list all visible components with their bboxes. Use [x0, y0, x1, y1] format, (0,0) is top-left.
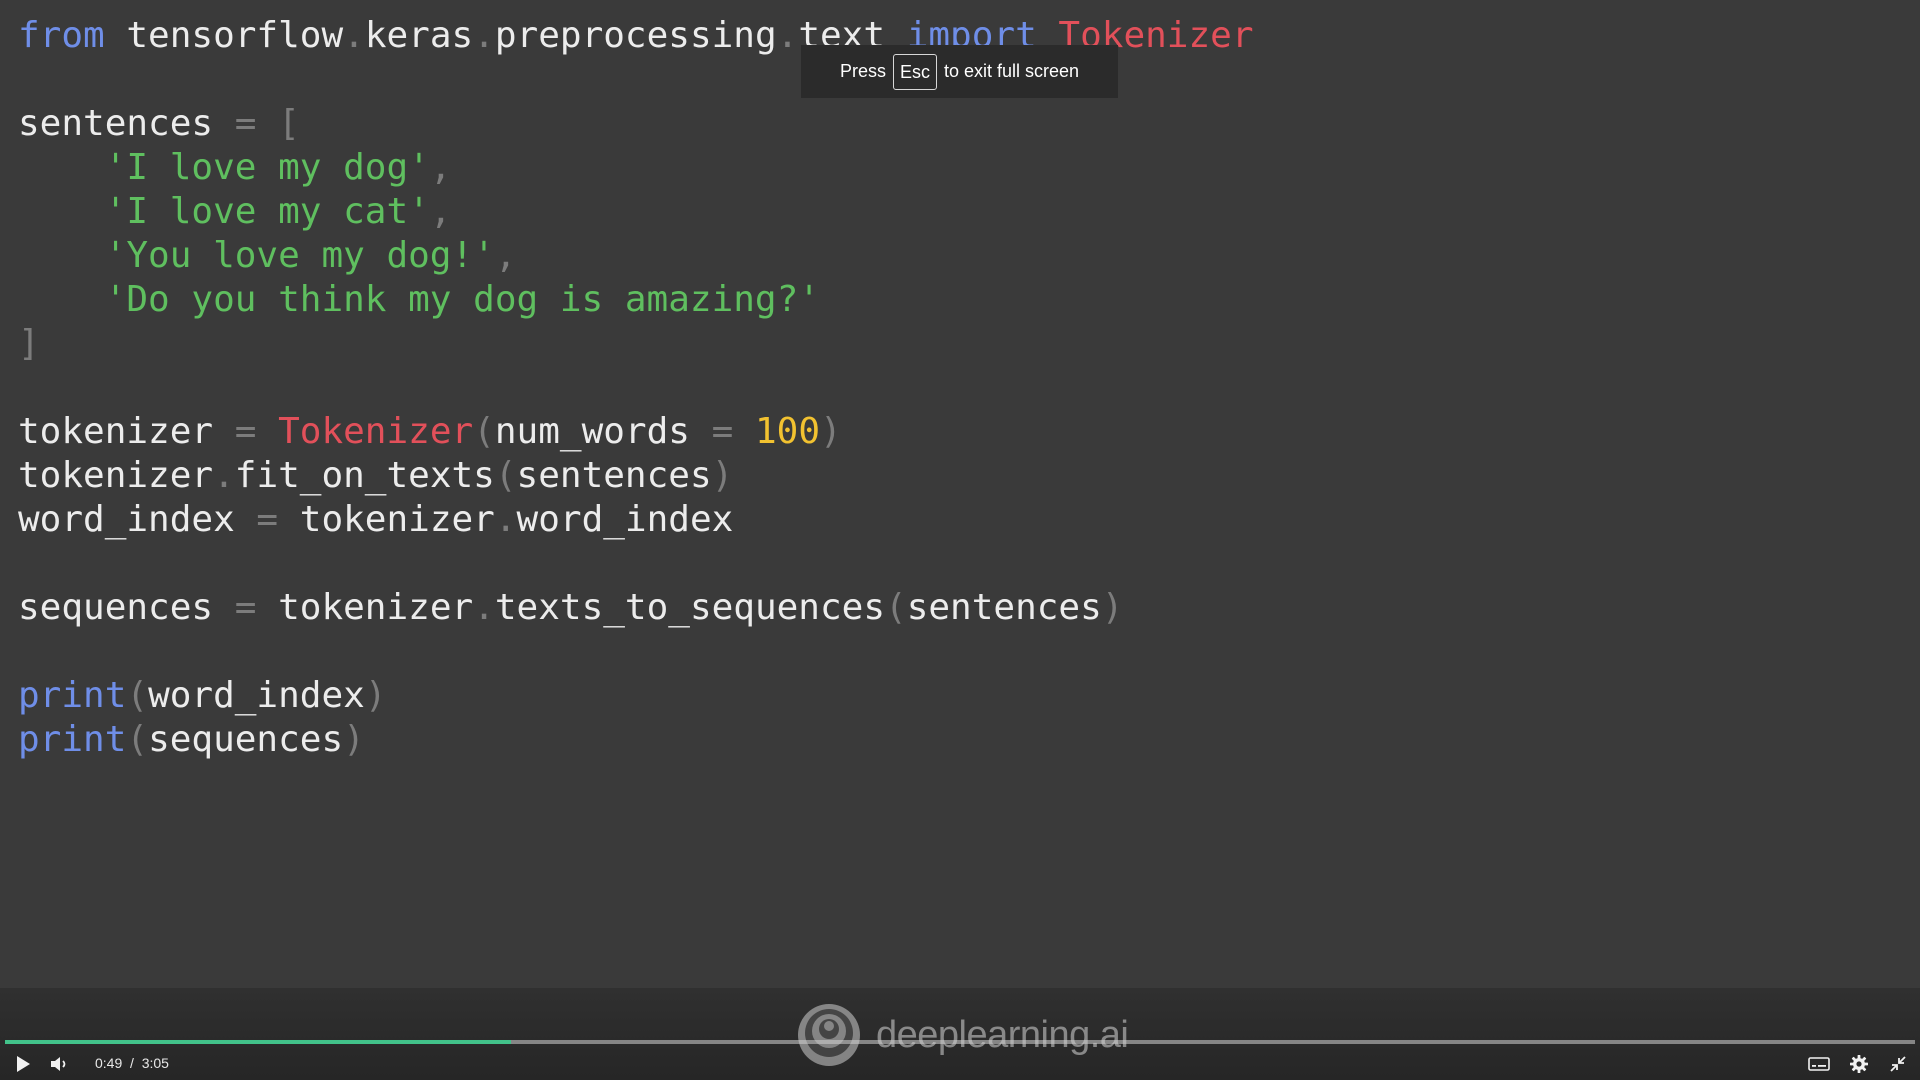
- duration: 3:05: [141, 1055, 169, 1071]
- esc-key-badge: Esc: [892, 53, 937, 90]
- code-token: (: [126, 675, 149, 716]
- code-token: 100: [754, 411, 821, 452]
- code-token: (: [494, 455, 517, 496]
- code-token: 'I love my dog': [104, 147, 430, 188]
- code-line: 'Do you think my dog is amazing?': [18, 278, 1254, 322]
- code-token: keras: [364, 15, 474, 56]
- code-token: from: [18, 15, 105, 56]
- code-token: =: [234, 411, 279, 452]
- code-line: tokenizer = Tokenizer(num_words = 100): [18, 410, 1254, 454]
- current-time: 0:49: [95, 1055, 123, 1071]
- progress-bar[interactable]: [5, 1040, 1915, 1044]
- code-token: ): [711, 455, 734, 496]
- code-token: sentences: [516, 455, 712, 496]
- code-token: word_index: [516, 499, 734, 540]
- code-token: ): [1101, 587, 1124, 628]
- captions-icon: [1808, 1057, 1830, 1071]
- code-line: ]: [18, 322, 1254, 366]
- code-token: texts_to_sequences: [494, 587, 886, 628]
- code-token: tokenizer: [18, 411, 235, 452]
- code-slide: from tensorflow.keras.preprocessing.text…: [18, 14, 1254, 762]
- code-line: 'I love my cat',: [18, 190, 1254, 234]
- code-line: 'You love my dog!',: [18, 234, 1254, 278]
- code-token: print: [18, 719, 127, 760]
- code-token: 'You love my dog!': [104, 235, 495, 276]
- code-token: tokenizer: [299, 499, 495, 540]
- fullscreen-notice: Press Esc to exit full screen: [801, 45, 1118, 98]
- exit-fullscreen-icon: [1890, 1056, 1906, 1072]
- code-token: word_index: [18, 499, 257, 540]
- code-token: .: [473, 587, 495, 628]
- settings-button[interactable]: [1846, 1052, 1872, 1076]
- notice-rest-text: to exit full screen: [943, 61, 1080, 81]
- play-icon: [17, 1056, 30, 1072]
- volume-icon: [51, 1057, 66, 1071]
- code-line: 'I love my dog',: [18, 146, 1254, 190]
- code-token: .: [776, 15, 799, 56]
- code-token: 'I love my cat': [104, 191, 430, 232]
- code-token: 'Do you think my dog is amazing?': [104, 279, 820, 320]
- code-token: print: [18, 675, 127, 716]
- code-token: tensorflow: [104, 15, 344, 56]
- code-token: =: [256, 499, 300, 540]
- code-token: preprocessing: [494, 15, 777, 56]
- code-token: fit_on_texts: [234, 455, 495, 496]
- code-token: (: [885, 587, 907, 628]
- code-token: num_words: [494, 411, 712, 452]
- code-token: =: [711, 411, 755, 452]
- time-separator: /: [130, 1055, 134, 1071]
- code-token: ,: [429, 147, 452, 188]
- code-token: ): [820, 411, 842, 452]
- exit-fullscreen-button[interactable]: [1885, 1052, 1911, 1076]
- code-token: .: [473, 15, 495, 56]
- code-token: ]: [18, 323, 40, 364]
- code-line: tokenizer.fit_on_texts(sentences): [18, 454, 1254, 498]
- code-line: word_index = tokenizer.word_index: [18, 498, 1254, 542]
- code-token: word_index: [148, 675, 365, 716]
- code-token: Tokenizer: [278, 411, 474, 452]
- code-token: ): [343, 719, 365, 760]
- code-line: sentences = [: [18, 102, 1254, 146]
- code-token: ,: [494, 235, 517, 276]
- code-token: ): [364, 675, 387, 716]
- code-token: sentences: [18, 103, 235, 144]
- code-token: sequences: [148, 719, 344, 760]
- code-token: sequences: [18, 587, 235, 628]
- code-token: (: [473, 411, 495, 452]
- code-token: (: [126, 719, 149, 760]
- code-token: tokenizer: [18, 455, 214, 496]
- volume-button[interactable]: [46, 1052, 72, 1076]
- progress-bar-fill: [5, 1040, 512, 1044]
- player-controls: 0:49 / 3:05: [0, 1048, 1920, 1080]
- code-token: .: [213, 455, 235, 496]
- code-line: sequences = tokenizer.texts_to_sequences…: [18, 586, 1254, 630]
- gear-icon: [1850, 1055, 1868, 1073]
- play-button[interactable]: [10, 1052, 36, 1076]
- time-display: 0:49 / 3:05: [95, 1055, 169, 1071]
- code-token: .: [494, 499, 517, 540]
- notice-press-text: Press: [839, 61, 886, 81]
- video-player[interactable]: from tensorflow.keras.preprocessing.text…: [0, 0, 1920, 1080]
- code-token: tokenizer: [278, 587, 474, 628]
- code-token: ,: [429, 191, 452, 232]
- code-token: .: [343, 15, 365, 56]
- captions-button[interactable]: [1806, 1052, 1832, 1076]
- code-token: =: [234, 587, 279, 628]
- code-token: sentences: [906, 587, 1102, 628]
- code-line: print(word_index): [18, 674, 1254, 718]
- code-token: = [: [234, 103, 300, 144]
- code-line: print(sequences): [18, 718, 1254, 762]
